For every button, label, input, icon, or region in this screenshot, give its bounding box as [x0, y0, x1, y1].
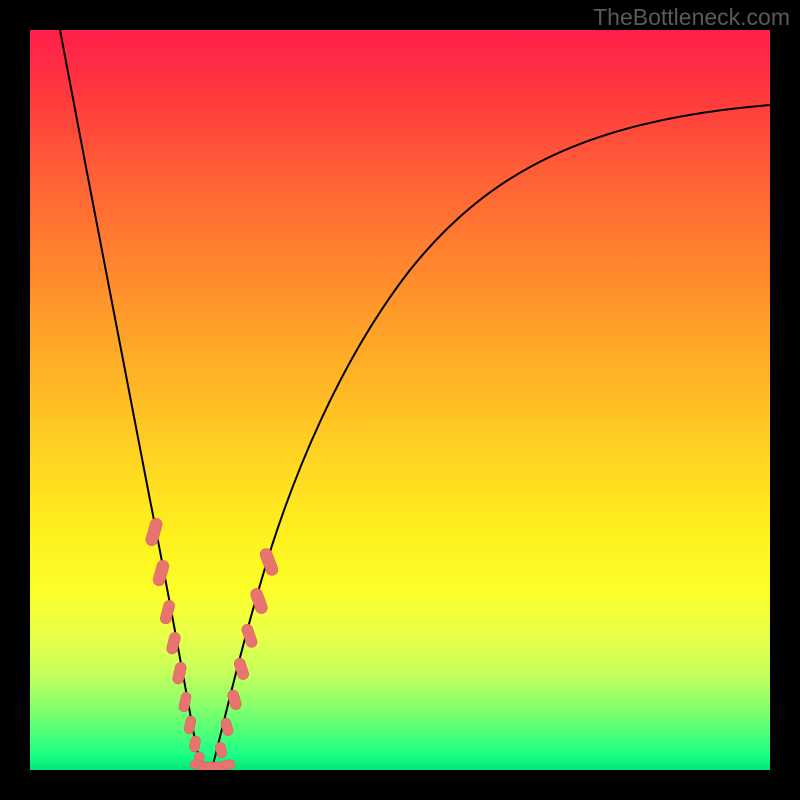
plot-area	[30, 30, 770, 770]
right-branch-curve	[212, 105, 770, 768]
curve-layer	[30, 30, 770, 770]
left-branch-curve	[60, 30, 204, 768]
chart-frame: TheBottleneck.com	[0, 0, 800, 800]
markers-bottom	[190, 760, 235, 770]
markers-right	[214, 547, 279, 759]
markers-left	[144, 517, 205, 767]
watermark-text: TheBottleneck.com	[593, 4, 790, 31]
